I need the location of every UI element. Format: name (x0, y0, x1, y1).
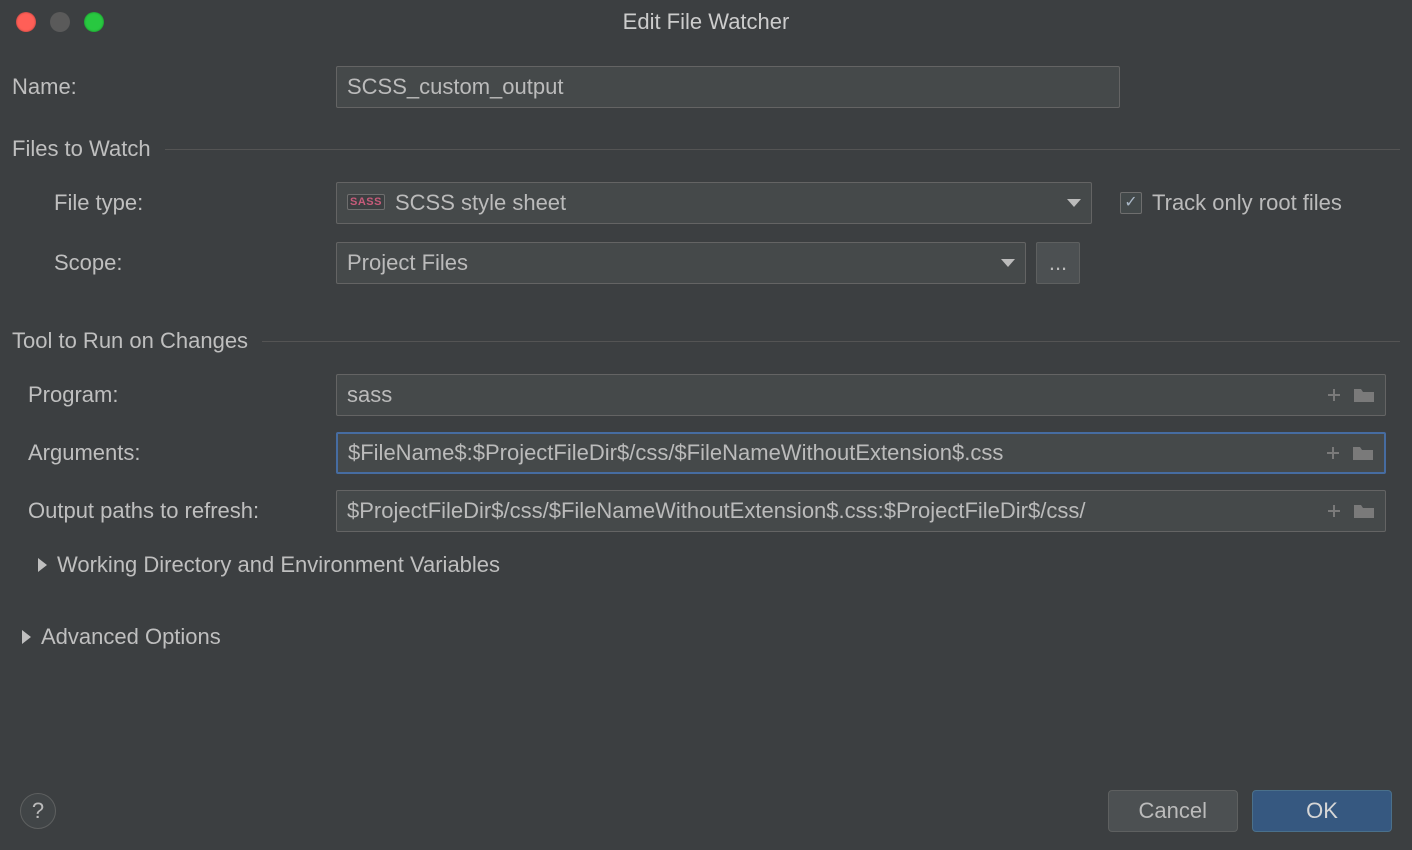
divider (262, 341, 1400, 342)
arguments-label: Arguments: (12, 440, 336, 466)
section-files-to-watch: Files to Watch (12, 136, 1400, 162)
insert-macro-icon[interactable] (1325, 386, 1343, 404)
ok-button-label: OK (1306, 798, 1338, 824)
program-label: Program: (12, 382, 336, 408)
output-paths-label: Output paths to refresh: (12, 498, 336, 524)
file-type-value: SCSS style sheet (395, 190, 566, 216)
working-dir-expander[interactable]: Working Directory and Environment Variab… (12, 552, 1400, 578)
divider (165, 149, 1400, 150)
file-type-label: File type: (12, 190, 336, 216)
ok-button[interactable]: OK (1252, 790, 1392, 832)
browse-folder-icon[interactable] (1353, 386, 1375, 404)
program-value: sass (347, 382, 1319, 408)
arguments-input[interactable]: $FileName$:$ProjectFileDir$/css/$FileNam… (336, 432, 1386, 474)
chevron-down-icon (1001, 259, 1015, 267)
output-paths-value: $ProjectFileDir$/css/$FileNameWithoutExt… (347, 498, 1319, 524)
scope-browse-button[interactable]: ... (1036, 242, 1080, 284)
chevron-down-icon (1067, 199, 1081, 207)
help-button[interactable]: ? (20, 793, 56, 829)
expand-triangle-icon (38, 558, 47, 572)
track-root-checkbox[interactable]: ✓ (1120, 192, 1142, 214)
track-root-checkbox-wrap[interactable]: ✓ Track only root files (1120, 190, 1342, 216)
minimize-window-button[interactable] (50, 12, 70, 32)
titlebar: Edit File Watcher (0, 0, 1412, 44)
window-controls (16, 12, 104, 32)
cancel-button-label: Cancel (1139, 798, 1207, 824)
scope-select[interactable]: Project Files (336, 242, 1026, 284)
track-root-label: Track only root files (1152, 190, 1342, 216)
section-tool-to-run: Tool to Run on Changes (12, 328, 1400, 354)
scope-label: Scope: (12, 250, 336, 276)
help-icon: ? (32, 798, 44, 824)
browse-folder-icon[interactable] (1352, 444, 1374, 462)
working-dir-label: Working Directory and Environment Variab… (57, 552, 500, 578)
scope-value: Project Files (347, 250, 468, 276)
cancel-button[interactable]: Cancel (1108, 790, 1238, 832)
maximize-window-button[interactable] (84, 12, 104, 32)
insert-macro-icon[interactable] (1324, 444, 1342, 462)
expand-triangle-icon (22, 630, 31, 644)
section-tool-to-run-label: Tool to Run on Changes (12, 328, 248, 354)
dialog-content: Name: SCSS_custom_output Files to Watch … (0, 44, 1412, 650)
close-window-button[interactable] (16, 12, 36, 32)
dialog-footer: ? Cancel OK (0, 778, 1412, 850)
window-title: Edit File Watcher (0, 9, 1412, 35)
program-input[interactable]: sass (336, 374, 1386, 416)
name-input-value: SCSS_custom_output (347, 74, 563, 100)
advanced-options-expander[interactable]: Advanced Options (12, 624, 1400, 650)
name-input[interactable]: SCSS_custom_output (336, 66, 1120, 108)
ellipsis-icon: ... (1049, 250, 1067, 276)
section-files-to-watch-label: Files to Watch (12, 136, 151, 162)
file-type-select[interactable]: SASS SCSS style sheet (336, 182, 1092, 224)
insert-macro-icon[interactable] (1325, 502, 1343, 520)
browse-folder-icon[interactable] (1353, 502, 1375, 520)
output-paths-input[interactable]: $ProjectFileDir$/css/$FileNameWithoutExt… (336, 490, 1386, 532)
arguments-value: $FileName$:$ProjectFileDir$/css/$FileNam… (348, 440, 1318, 466)
sass-icon: SASS (347, 194, 385, 210)
check-icon: ✓ (1124, 195, 1137, 211)
name-label: Name: (12, 74, 336, 100)
advanced-options-label: Advanced Options (41, 624, 221, 650)
